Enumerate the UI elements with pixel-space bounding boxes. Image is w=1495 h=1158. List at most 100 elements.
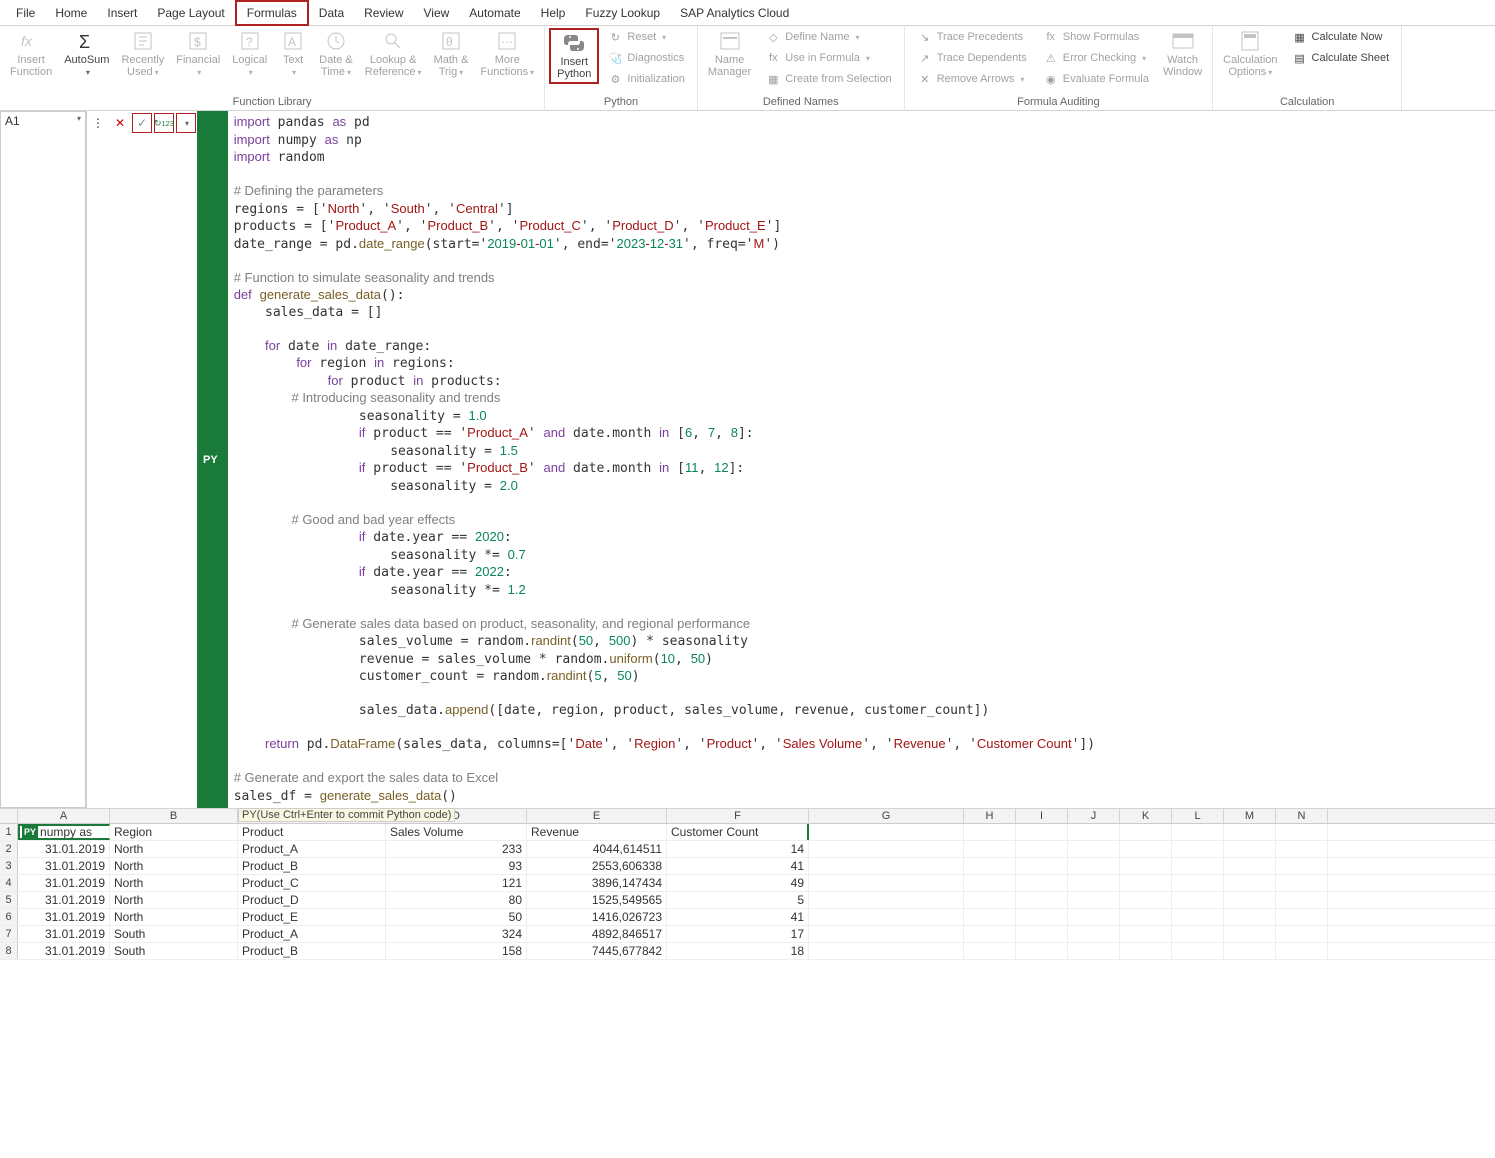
cell[interactable]: Product_D: [238, 892, 386, 908]
cell[interactable]: North: [110, 858, 238, 874]
cell[interactable]: [1068, 892, 1120, 908]
cell[interactable]: [964, 841, 1016, 857]
date-time-button[interactable]: Date & Time▾: [313, 28, 359, 81]
cell[interactable]: North: [110, 892, 238, 908]
cell[interactable]: 17: [667, 926, 809, 942]
cell[interactable]: [1120, 909, 1172, 925]
cell[interactable]: [964, 909, 1016, 925]
col-i-header[interactable]: I: [1016, 809, 1068, 823]
col-c-header[interactable]: CPY(Use Ctrl+Enter to commit Python code…: [238, 809, 386, 823]
cell[interactable]: [1224, 943, 1276, 959]
cell[interactable]: North: [110, 909, 238, 925]
col-b-header[interactable]: B: [110, 809, 238, 823]
name-box[interactable]: A1 ▾: [0, 111, 86, 808]
cell[interactable]: 18: [667, 943, 809, 959]
cell[interactable]: [1016, 909, 1068, 925]
diagnostics-button[interactable]: 🩺Diagnostics: [603, 49, 688, 67]
row-header[interactable]: 4: [0, 875, 18, 891]
tab-fuzzy-lookup[interactable]: Fuzzy Lookup: [575, 2, 670, 24]
remove-arrows-button[interactable]: ✕Remove Arrows▾: [913, 70, 1031, 88]
cell[interactable]: [1172, 892, 1224, 908]
logical-button[interactable]: ? Logical▾: [226, 28, 273, 81]
python-output-button[interactable]: ↻123: [154, 113, 174, 133]
cell[interactable]: 31.01.2019: [18, 909, 110, 925]
cell[interactable]: [809, 858, 964, 874]
cell[interactable]: Product_A: [238, 841, 386, 857]
cell[interactable]: 4044,614511: [527, 841, 667, 857]
cell[interactable]: [1068, 824, 1120, 840]
cell[interactable]: [1224, 909, 1276, 925]
define-name-button[interactable]: ◇Define Name▾: [761, 28, 895, 46]
insert-function-button[interactable]: fx Insert Function: [4, 28, 58, 80]
cell[interactable]: [1172, 926, 1224, 942]
cell[interactable]: 233: [386, 841, 527, 857]
insert-python-button[interactable]: Insert Python: [549, 28, 599, 84]
cell[interactable]: [1120, 841, 1172, 857]
cell[interactable]: [1224, 841, 1276, 857]
trace-dependents-button[interactable]: ↗Trace Dependents: [913, 49, 1031, 67]
cell[interactable]: [1120, 926, 1172, 942]
tab-page-layout[interactable]: Page Layout: [147, 2, 234, 24]
cell[interactable]: 14: [667, 841, 809, 857]
cell[interactable]: 80: [386, 892, 527, 908]
cell[interactable]: [1172, 858, 1224, 874]
cell[interactable]: 3896,147434: [527, 875, 667, 891]
cell[interactable]: [1120, 875, 1172, 891]
cell[interactable]: [1172, 909, 1224, 925]
cell[interactable]: [1224, 858, 1276, 874]
cell[interactable]: 31.01.2019: [18, 858, 110, 874]
tab-review[interactable]: Review: [354, 2, 413, 24]
error-checking-button[interactable]: ⚠Error Checking▾: [1039, 49, 1153, 67]
row-1-header[interactable]: 1: [0, 824, 18, 840]
cell[interactable]: [809, 909, 964, 925]
select-all-corner[interactable]: [0, 809, 18, 823]
cell[interactable]: [1016, 824, 1068, 840]
cell[interactable]: [1276, 909, 1328, 925]
cell[interactable]: [1276, 824, 1328, 840]
cell[interactable]: Product_C: [238, 875, 386, 891]
cell-e1[interactable]: Revenue: [527, 824, 667, 840]
cell[interactable]: [1224, 824, 1276, 840]
row-header[interactable]: 7: [0, 926, 18, 942]
output-dropdown[interactable]: ▾: [176, 113, 196, 133]
cell[interactable]: 31.01.2019: [18, 875, 110, 891]
tab-formulas[interactable]: Formulas: [235, 0, 309, 26]
calculate-now-button[interactable]: ▦Calculate Now: [1288, 28, 1394, 46]
cell[interactable]: [1224, 926, 1276, 942]
cell[interactable]: [1068, 926, 1120, 942]
cell[interactable]: 5: [667, 892, 809, 908]
cell[interactable]: [809, 841, 964, 857]
cell[interactable]: [1172, 875, 1224, 891]
cell[interactable]: [964, 824, 1016, 840]
tab-automate[interactable]: Automate: [459, 2, 530, 24]
cell[interactable]: Product_A: [238, 926, 386, 942]
cell[interactable]: [1120, 943, 1172, 959]
cell[interactable]: 49: [667, 875, 809, 891]
tab-file[interactable]: File: [6, 2, 45, 24]
evaluate-formula-button[interactable]: ◉Evaluate Formula: [1039, 70, 1153, 88]
tab-home[interactable]: Home: [45, 2, 97, 24]
cell[interactable]: [1068, 875, 1120, 891]
cell-b1[interactable]: Region: [110, 824, 238, 840]
cell[interactable]: 41: [667, 909, 809, 925]
tab-help[interactable]: Help: [531, 2, 576, 24]
row-header[interactable]: 6: [0, 909, 18, 925]
cell[interactable]: 324: [386, 926, 527, 942]
col-n-header[interactable]: N: [1276, 809, 1328, 823]
calculate-sheet-button[interactable]: ▤Calculate Sheet: [1288, 49, 1394, 67]
cell[interactable]: [1068, 909, 1120, 925]
financial-button[interactable]: $ Financial▾: [170, 28, 226, 81]
col-l-header[interactable]: L: [1172, 809, 1224, 823]
create-from-selection-button[interactable]: ▦Create from Selection: [761, 70, 895, 88]
row-header[interactable]: 8: [0, 943, 18, 959]
cell[interactable]: 31.01.2019: [18, 926, 110, 942]
cell[interactable]: [964, 943, 1016, 959]
cell[interactable]: [1276, 858, 1328, 874]
cell[interactable]: Product_B: [238, 858, 386, 874]
cell[interactable]: 121: [386, 875, 527, 891]
col-m-header[interactable]: M: [1224, 809, 1276, 823]
calc-options-button[interactable]: Calculation Options▾: [1217, 28, 1283, 81]
autosum-button[interactable]: Σ AutoSum▾: [58, 28, 115, 81]
enter-button[interactable]: ✓: [132, 113, 152, 133]
cell[interactable]: [1016, 943, 1068, 959]
